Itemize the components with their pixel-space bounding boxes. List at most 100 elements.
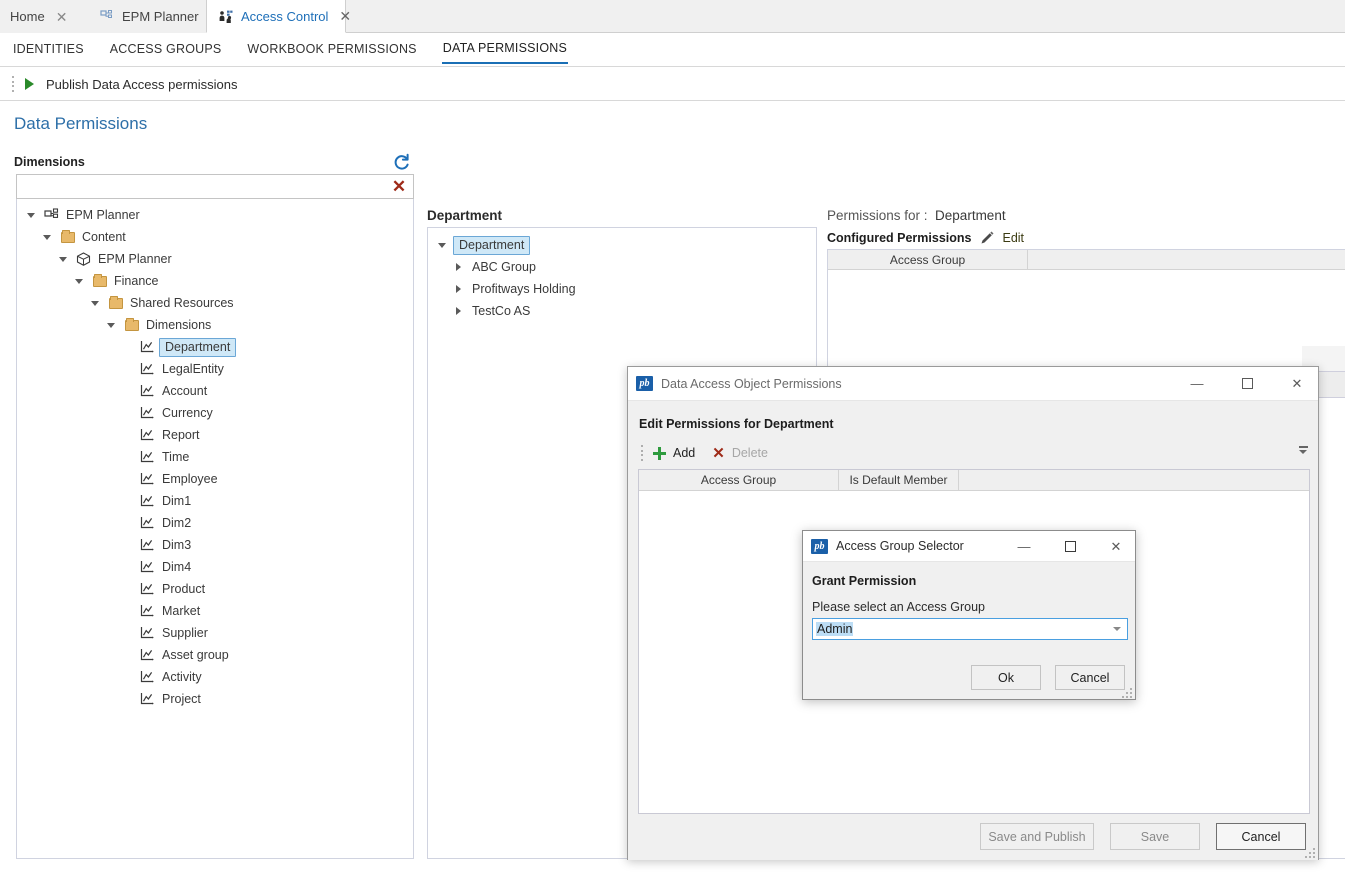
add-button[interactable]: Add — [673, 446, 695, 460]
dimension-tree-item[interactable]: Report — [17, 424, 413, 446]
plus-icon[interactable] — [653, 447, 666, 460]
maximize-icon[interactable] — [1226, 367, 1268, 400]
column-header-access-group[interactable]: Access Group — [828, 250, 1028, 270]
dimension-tree-item[interactable]: EPM Planner — [17, 204, 413, 226]
minimize-icon[interactable]: — — [1176, 367, 1218, 400]
ribbon-item-identities[interactable]: IDENTITIES — [12, 36, 85, 63]
dimension-tree-item[interactable]: Product — [17, 578, 413, 600]
save-button[interactable]: Save — [1110, 823, 1200, 850]
tree-spacer — [119, 581, 135, 597]
dimension-tree-item[interactable]: LegalEntity — [17, 358, 413, 380]
resize-grip-icon[interactable] — [1120, 686, 1132, 698]
delete-button[interactable]: Delete — [732, 446, 768, 460]
chevron-down-icon[interactable] — [434, 237, 450, 253]
dimension-tree-item[interactable]: Finance — [17, 270, 413, 292]
dimension-tree-item[interactable]: Supplier — [17, 622, 413, 644]
member-tree-item[interactable]: Department — [428, 234, 816, 256]
ribbon-item-workbook-permissions[interactable]: WORKBOOK PERMISSIONS — [246, 36, 417, 63]
minimize-icon[interactable]: — — [1005, 531, 1043, 561]
close-icon[interactable]: ✕ — [1097, 531, 1135, 561]
column-header-is-default-member[interactable]: Is Default Member — [839, 470, 959, 490]
column-header-blank — [1028, 250, 1345, 270]
close-icon[interactable]: ✕ — [1276, 367, 1318, 400]
member-tree-item[interactable]: Profitways Holding — [428, 278, 816, 300]
delete-x-icon[interactable]: ✕ — [712, 447, 725, 460]
dimension-tree-item[interactable]: Department — [17, 336, 413, 358]
tab-access-control-close-icon[interactable]: ✕ — [339, 9, 351, 23]
member-tree-item[interactable]: TestCo AS — [428, 300, 816, 322]
member-tree-item[interactable]: ABC Group — [428, 256, 816, 278]
dimension-tree-item[interactable]: Dim1 — [17, 490, 413, 512]
dimension-icon — [139, 339, 156, 355]
dimension-tree[interactable]: EPM PlannerContentEPM PlannerFinanceShar… — [16, 199, 414, 859]
ribbon-item-access-groups[interactable]: ACCESS GROUPS — [109, 36, 223, 63]
dialog-title-text: Access Group Selector — [836, 539, 997, 553]
dimension-tree-item[interactable]: Account — [17, 380, 413, 402]
edit-permissions-header: Edit Permissions for Department — [639, 417, 834, 431]
chevron-down-icon[interactable] — [55, 251, 71, 267]
dimension-tree-item[interactable]: Activity — [17, 666, 413, 688]
dimension-tree-item[interactable]: Dim2 — [17, 512, 413, 534]
overflow-chevron-icon[interactable] — [1296, 441, 1310, 459]
ribbon-item-data-permissions[interactable]: DATA PERMISSIONS — [442, 35, 568, 64]
chevron-right-icon[interactable] — [450, 259, 466, 275]
dimension-tree-item[interactable]: Dimensions — [17, 314, 413, 336]
dialog-title-text: Data Access Object Permissions — [661, 377, 1168, 391]
cancel-button[interactable]: Cancel — [1216, 823, 1306, 850]
clear-x-icon[interactable]: ✕ — [390, 177, 408, 197]
tab-home-close-icon[interactable]: ✕ — [56, 10, 68, 24]
access-group-combobox[interactable]: Admin — [812, 618, 1128, 640]
tree-spacer — [119, 361, 135, 377]
pencil-icon[interactable] — [978, 230, 995, 246]
dimension-tree-item[interactable]: Asset group — [17, 644, 413, 666]
dimension-filter-box[interactable]: ✕ — [16, 174, 414, 199]
maximize-icon[interactable] — [1051, 531, 1089, 561]
dimension-icon — [139, 449, 156, 465]
column-header-access-group[interactable]: Access Group — [639, 470, 839, 490]
select-access-group-prompt: Please select an Access Group — [812, 600, 985, 614]
tab-home[interactable]: Home ✕ — [0, 0, 88, 33]
tab-access-control[interactable]: Access Control ✕ — [206, 0, 346, 33]
tree-spacer — [119, 383, 135, 399]
chevron-right-icon[interactable] — [450, 281, 466, 297]
dialog-title-bar[interactable]: pb Access Group Selector — ✕ — [803, 531, 1135, 562]
chevron-down-icon[interactable] — [1113, 627, 1121, 631]
tab-epm-planner[interactable]: EPM Planner ✕ — [88, 0, 206, 33]
save-and-publish-button[interactable]: Save and Publish — [980, 823, 1094, 850]
chevron-down-icon[interactable] — [39, 229, 55, 245]
chevron-down-icon[interactable] — [87, 295, 103, 311]
chevron-down-icon[interactable] — [71, 273, 87, 289]
play-triangle-icon[interactable] — [25, 78, 34, 90]
dimension-tree-item[interactable]: Dim4 — [17, 556, 413, 578]
dimension-icon — [139, 515, 156, 531]
dimension-tree-item[interactable]: Content — [17, 226, 413, 248]
tree-spacer — [119, 603, 135, 619]
cancel-button[interactable]: Cancel — [1055, 665, 1125, 690]
resize-grip-icon[interactable] — [1303, 846, 1315, 858]
dimension-tree-item[interactable]: Market — [17, 600, 413, 622]
folder-icon — [123, 317, 140, 333]
chevron-right-icon[interactable] — [450, 303, 466, 319]
refresh-icon[interactable] — [392, 153, 411, 172]
dimension-tree-item[interactable]: Time — [17, 446, 413, 468]
publish-permissions-button[interactable]: Publish Data Access permissions — [46, 77, 237, 92]
configured-permissions-row: Configured Permissions Edit — [827, 230, 1024, 246]
dialog-footer: Ok Cancel — [971, 665, 1125, 690]
dimension-tree-item[interactable]: Project — [17, 688, 413, 710]
tree-spacer — [119, 471, 135, 487]
dimension-tree-item[interactable]: Currency — [17, 402, 413, 424]
dialog-title-bar[interactable]: pb Data Access Object Permissions — ✕ — [628, 367, 1318, 401]
dimension-tree-item[interactable]: EPM Planner — [17, 248, 413, 270]
access-group-selected-value: Admin — [816, 622, 853, 636]
dimension-filter-input[interactable] — [21, 178, 386, 196]
edit-permissions-link[interactable]: Edit — [1002, 231, 1024, 245]
ok-button[interactable]: Ok — [971, 665, 1041, 690]
permissions-for-title: Permissions for : Department — [827, 208, 1006, 223]
dimension-tree-item[interactable]: Dim3 — [17, 534, 413, 556]
dimension-icon — [139, 581, 156, 597]
dimension-tree-item[interactable]: Shared Resources — [17, 292, 413, 314]
chevron-down-icon[interactable] — [103, 317, 119, 333]
dimension-tree-label: Content — [80, 230, 128, 244]
chevron-down-icon[interactable] — [23, 207, 39, 223]
dimension-tree-item[interactable]: Employee — [17, 468, 413, 490]
